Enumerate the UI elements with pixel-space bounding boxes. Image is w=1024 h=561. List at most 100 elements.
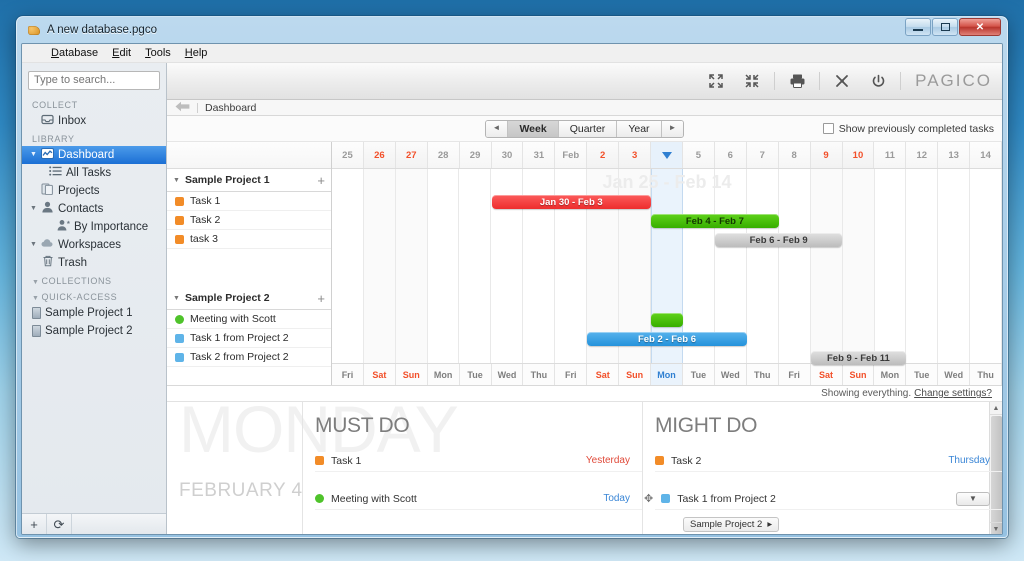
todo-item[interactable]: Meeting with Scott Today [315,488,642,510]
twisty-icon[interactable]: ▼ [30,241,40,248]
sidebar-section-quick-access[interactable]: ▼ QUICK-ACCESS [22,288,166,304]
gantt-bar-label: Feb 6 - Feb 9 [749,234,808,246]
date-header-cell[interactable]: 6 [714,142,747,168]
task-row[interactable]: Task 1 [167,192,331,211]
todo-item[interactable]: Task 2 Thursday [655,450,1002,472]
gantt-bar[interactable] [651,313,683,327]
date-header-cell[interactable]: 27 [395,142,428,168]
date-header-cell[interactable]: 3 [619,142,652,168]
sidebar-item-by-importance[interactable]: By Importance [22,218,166,236]
gantt-chart: ▼ Sample Project 1 + Task 1 Task 2 task 3 ▼ Sam… [167,142,1002,386]
gantt-bar[interactable]: Feb 6 - Feb 9 [714,233,843,247]
drag-handle-icon[interactable]: ✥ [644,492,653,505]
trash-icon [40,255,55,270]
weekday-footer-cell: Thu [523,364,556,385]
task-row[interactable]: Meeting with Scott [167,310,331,329]
gantt-bar[interactable]: Jan 30 - Feb 3 [491,195,652,209]
add-task-button[interactable]: + [317,291,325,306]
task-row[interactable]: Task 1 from Project 2 [167,329,331,348]
sidebar-item-trash[interactable]: Trash [22,254,166,272]
sidebar-item-sample-project-2[interactable]: Sample Project 2 [22,322,166,340]
task-marker-icon [175,314,184,324]
list-icon [48,166,63,179]
add-button[interactable]: + [22,514,47,534]
add-task-button[interactable]: + [317,173,325,188]
twisty-icon[interactable]: ▼ [173,295,180,302]
task-label: Task 1 from Project 2 [190,332,289,344]
show-completed-toggle[interactable]: Show previously completed tasks [822,123,994,135]
task-row[interactable]: Task 2 from Project 2 [167,348,331,367]
sidebar-item-contacts[interactable]: ▼ Contacts [22,200,166,218]
contacts-icon [40,201,55,216]
date-header-cell[interactable]: 25 [332,142,364,168]
date-header-cell[interactable] [651,142,683,168]
todo-tag-row: Sample Project 2 ▸ [655,510,1002,532]
minimize-button[interactable] [905,18,931,36]
change-settings-link[interactable]: Change settings? [914,388,992,399]
twisty-icon[interactable]: ▼ [30,151,40,158]
project-group-row[interactable]: ▼ Sample Project 2 + [167,287,331,310]
project-group-row[interactable]: ▼ Sample Project 1 + [167,169,331,192]
date-header-cell[interactable]: 28 [427,142,460,168]
date-header-cell[interactable]: 11 [874,142,907,168]
date-header-cell[interactable]: 29 [459,142,492,168]
range-year[interactable]: Year [617,120,662,137]
sidebar-item-sample-project-1[interactable]: Sample Project 1 [22,304,166,322]
tools-icon[interactable] [824,66,860,96]
range-quarter[interactable]: Quarter [558,120,618,137]
menu-help[interactable]: Help [178,46,215,60]
show-completed-checkbox[interactable] [822,123,834,134]
date-header-cell[interactable]: 10 [842,142,875,168]
close-button[interactable]: ✕ [959,18,1001,36]
maximize-button[interactable] [932,18,958,36]
date-header-cell[interactable]: 5 [682,142,715,168]
sidebar-section-collections[interactable]: ▼ COLLECTIONS [22,272,166,288]
date-header-cell[interactable]: 30 [491,142,524,168]
date-header-cell[interactable]: 12 [906,142,939,168]
date-header-cell[interactable]: 8 [778,142,811,168]
collapse-icon[interactable] [734,66,770,96]
gantt-bars: Jan 30 - Feb 3 Feb 4 - Feb 7 Feb 6 - Feb 9… [332,169,1002,365]
date-header-cell[interactable]: 2 [587,142,620,168]
empty-row [167,268,331,287]
print-icon[interactable] [779,66,815,96]
prev-range-button[interactable]: ◄ [485,120,509,137]
sidebar-item-projects[interactable]: Projects [22,182,166,200]
refresh-button[interactable]: ⟳ [47,514,72,534]
next-range-button[interactable]: ► [661,120,684,137]
search-input[interactable] [28,70,160,90]
todo-item[interactable]: Task 1 Yesterday [315,450,642,472]
sidebar-item-all-tasks[interactable]: All Tasks [22,164,166,182]
date-header-cell[interactable]: 14 [970,142,1002,168]
expand-icon[interactable] [698,66,734,96]
date-header-cell[interactable]: 13 [938,142,971,168]
sidebar-item-dashboard[interactable]: ▼ Dashboard [22,145,166,164]
project-tag[interactable]: Sample Project 2 ▸ [683,517,780,532]
menu-tools[interactable]: Tools [138,46,178,60]
twisty-icon[interactable]: ▼ [30,205,40,212]
range-week[interactable]: Week [508,120,559,137]
date-header-cell[interactable]: Feb [555,142,588,168]
todo-dropdown-button[interactable]: ▼ [956,491,990,506]
app-window: A new database.pgco ✕ DDatabaseatabase E… [16,16,1008,538]
todo-item[interactable]: ✥ Task 1 from Project 2 ▼ [644,488,1002,510]
sidebar-item-workspaces[interactable]: ▼ Workspaces [22,236,166,254]
sidebar-item-inbox[interactable]: Inbox [22,112,166,130]
date-header-cell[interactable]: 31 [523,142,556,168]
twisty-icon[interactable]: ▼ [173,177,180,184]
gantt-bar[interactable]: Feb 2 - Feb 6 [587,332,747,346]
gantt-bar[interactable]: Feb 9 - Feb 11 [810,351,907,365]
power-icon[interactable] [860,66,896,96]
sidebar-section-label: QUICK-ACCESS [41,291,118,302]
task-label: Task 2 from Project 2 [190,351,289,363]
list-gap [315,472,642,488]
task-row[interactable]: Task 2 [167,211,331,230]
date-header-cell[interactable]: 26 [363,142,396,168]
menu-edit[interactable]: Edit [105,46,138,60]
back-icon[interactable] [175,101,190,114]
menu-database[interactable]: DDatabaseatabase [44,46,105,60]
date-header-cell[interactable]: 9 [810,142,843,168]
gantt-bar[interactable]: Feb 4 - Feb 7 [651,214,779,228]
task-row[interactable]: task 3 [167,230,331,249]
date-header-cell[interactable]: 7 [746,142,779,168]
